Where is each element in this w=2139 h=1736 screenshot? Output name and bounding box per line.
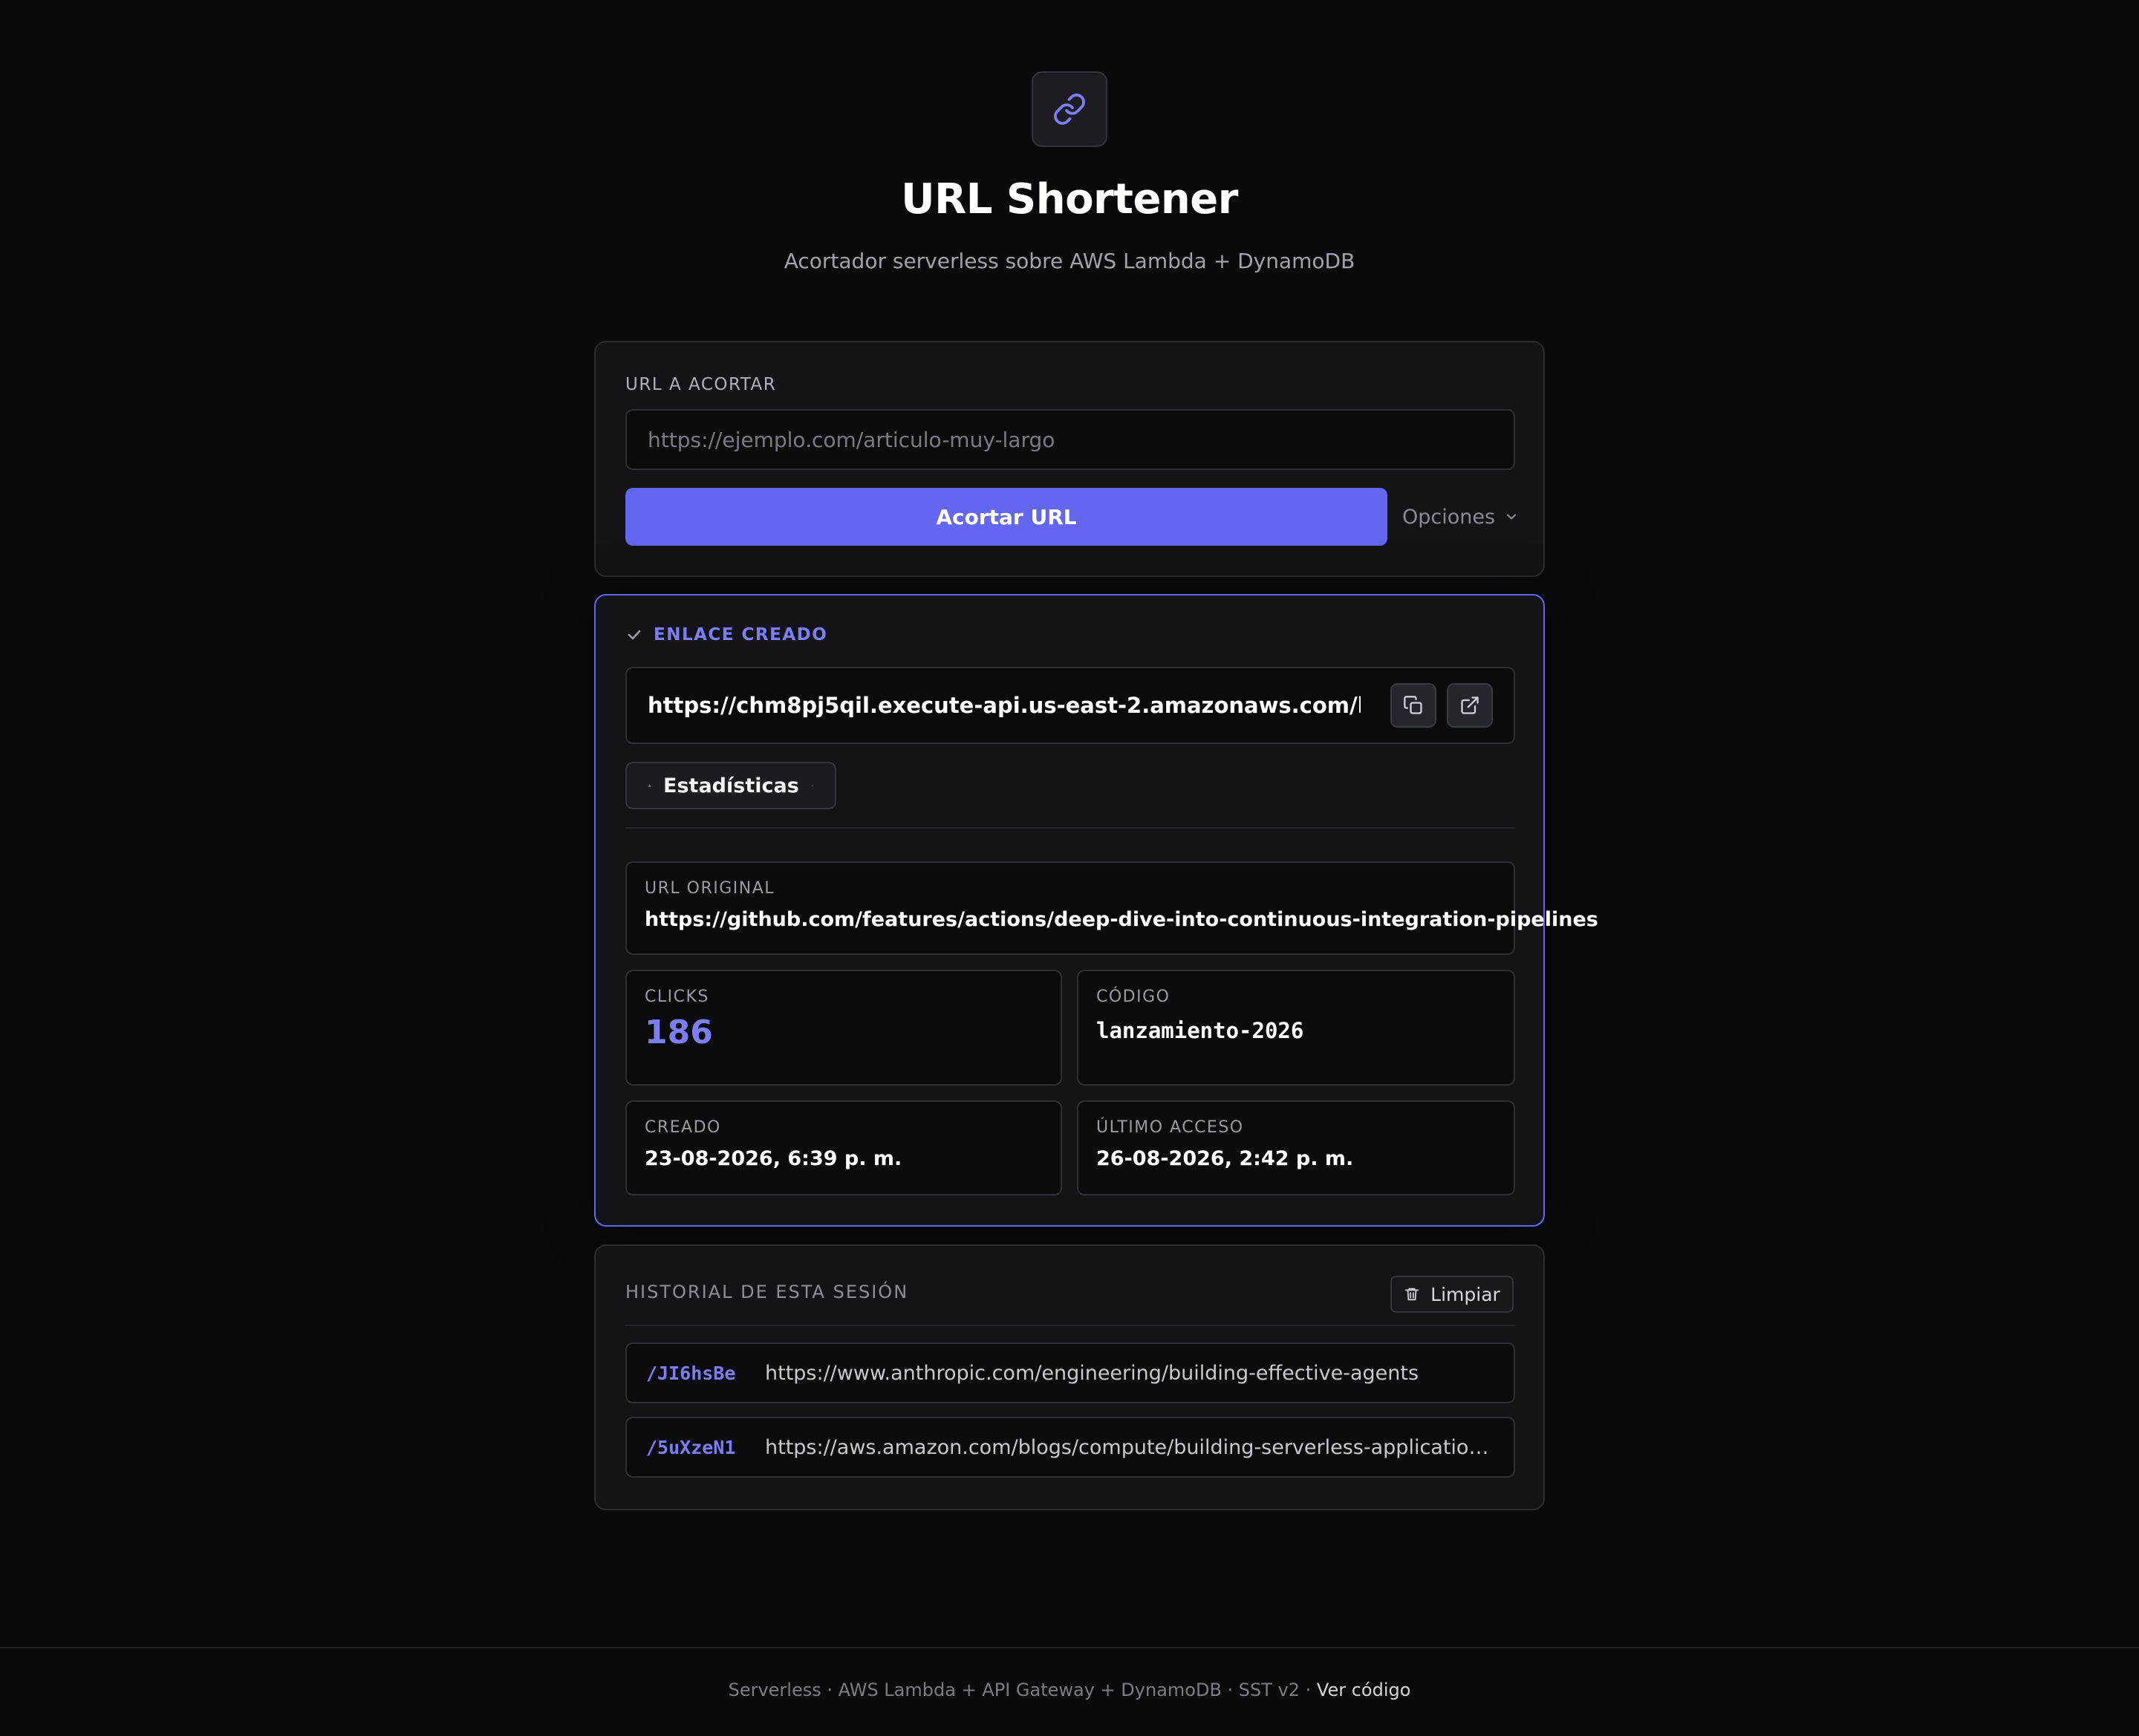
view-code-link[interactable]: Ver código bbox=[1317, 1680, 1411, 1700]
footer-text: Serverless · AWS Lambda + API Gateway + … bbox=[728, 1680, 1317, 1700]
last-access-box: ÚLTIMO ACCESO 26-08-2026, 2:42 p. m. bbox=[1077, 1100, 1515, 1195]
chevron-up-icon bbox=[811, 785, 814, 786]
external-link-icon bbox=[1461, 696, 1479, 714]
page-subtitle: Acortador serverless sobre AWS Lambda + … bbox=[784, 249, 1355, 273]
short-url[interactable]: https://chm8pj5qil.execute-api.us-east-2… bbox=[648, 668, 1361, 743]
clicks-value: 186 bbox=[645, 1014, 713, 1051]
original-url-label: URL ORIGINAL bbox=[645, 879, 775, 898]
created-label: CREADO bbox=[645, 1118, 721, 1137]
history-item-code[interactable]: /5uXzeN1 bbox=[646, 1437, 765, 1458]
code-label: CÓDIGO bbox=[1096, 988, 1171, 1006]
stats-divider bbox=[625, 827, 1515, 829]
stats-toggle-label: Estadísticas bbox=[663, 774, 799, 797]
history-item-url: https://aws.amazon.com/blogs/compute/bui… bbox=[765, 1435, 1494, 1459]
code-box: CÓDIGO lanzamiento-2026 bbox=[1077, 970, 1515, 1086]
check-icon bbox=[628, 630, 641, 640]
link-created-status: ENLACE CREADO bbox=[625, 625, 827, 645]
short-url-box: https://chm8pj5qil.execute-api.us-east-2… bbox=[625, 667, 1515, 744]
clear-history-button[interactable]: Limpiar bbox=[1390, 1276, 1514, 1313]
stats-toggle-button[interactable]: Estadísticas bbox=[625, 762, 836, 809]
last-access-value: 26-08-2026, 2:42 p. m. bbox=[1096, 1147, 1354, 1170]
history-item-code[interactable]: /JI6hsBe bbox=[646, 1363, 765, 1384]
logo bbox=[1032, 71, 1107, 147]
history-card: HISTORIAL DE ESTA SESIÓN Limpiar /JI6hsB… bbox=[594, 1244, 1545, 1510]
original-url-value: https://github.com/features/actions/deep… bbox=[645, 908, 1598, 931]
link-created-label: ENLACE CREADO bbox=[654, 625, 828, 645]
copy-button[interactable] bbox=[1390, 683, 1436, 728]
shorten-button[interactable]: Acortar URL bbox=[625, 488, 1387, 546]
code-value: lanzamiento-2026 bbox=[1096, 1018, 1304, 1043]
footer-divider bbox=[0, 1647, 2139, 1648]
clicks-box: CLICKS 186 bbox=[625, 970, 1062, 1086]
page: URL Shortener Acortador serverless sobre… bbox=[0, 0, 2139, 1736]
result-card: ENLACE CREADO https://chm8pj5qil.execute… bbox=[594, 594, 1598, 1227]
original-url-box: URL ORIGINAL https://github.com/features… bbox=[625, 861, 1598, 955]
options-toggle[interactable]: Opciones bbox=[1402, 498, 1519, 535]
history-item-url: https://www.anthropic.com/engineering/bu… bbox=[765, 1361, 1419, 1385]
url-input[interactable] bbox=[625, 409, 1515, 470]
history-title: HISTORIAL DE ESTA SESIÓN bbox=[625, 1282, 909, 1302]
footer: Serverless · AWS Lambda + API Gateway + … bbox=[0, 1680, 2139, 1700]
last-access-label: ÚLTIMO ACCESO bbox=[1096, 1118, 1244, 1137]
history-item[interactable]: /JI6hsBe https://www.anthropic.com/engin… bbox=[625, 1342, 1515, 1403]
page-title: URL Shortener bbox=[901, 175, 1238, 223]
chevron-down-icon bbox=[1507, 514, 1517, 520]
history-divider bbox=[625, 1325, 1515, 1326]
clicks-label: CLICKS bbox=[645, 988, 709, 1006]
clear-history-label: Limpiar bbox=[1430, 1283, 1500, 1305]
bar-chart-icon bbox=[648, 784, 651, 787]
history-item[interactable]: /5uXzeN1 https://aws.amazon.com/blogs/co… bbox=[625, 1417, 1515, 1478]
trash-icon bbox=[1405, 1288, 1419, 1301]
link-icon bbox=[1054, 94, 1085, 125]
shorten-form-card: URL A ACORTAR Acortar URL Opciones bbox=[594, 341, 1545, 577]
open-link-button[interactable] bbox=[1447, 683, 1493, 728]
created-value: 23-08-2026, 6:39 p. m. bbox=[645, 1147, 902, 1170]
copy-icon bbox=[1404, 696, 1422, 714]
options-label: Opciones bbox=[1402, 505, 1496, 529]
created-box: CREADO 23-08-2026, 6:39 p. m. bbox=[625, 1100, 1062, 1195]
url-input-label: URL A ACORTAR bbox=[625, 375, 777, 394]
